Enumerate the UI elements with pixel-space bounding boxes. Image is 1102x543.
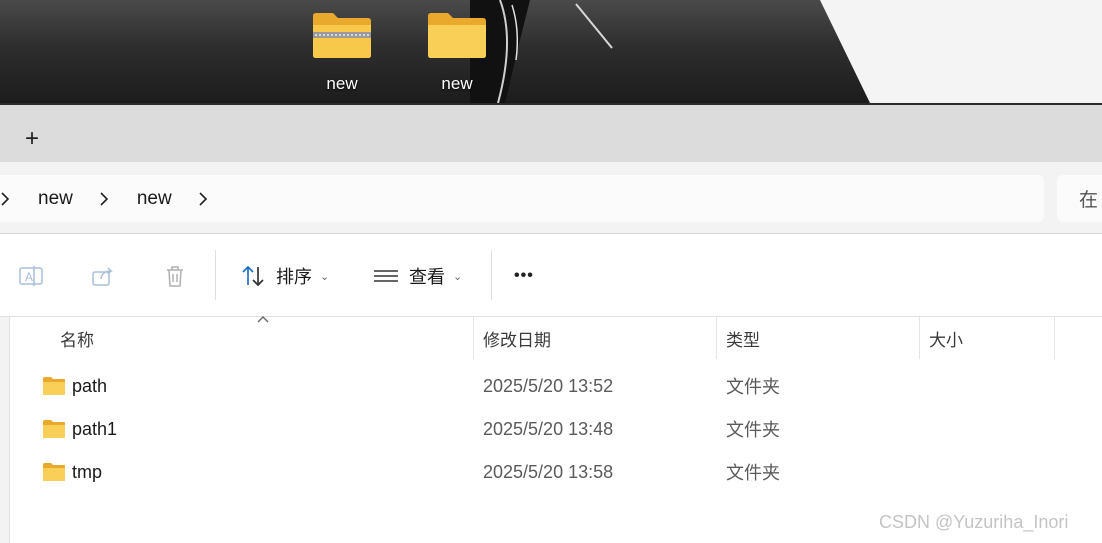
view-button[interactable]: 查看 ⌄ bbox=[373, 260, 462, 292]
desktop-background: new new bbox=[0, 0, 1102, 103]
share-icon bbox=[92, 267, 113, 286]
column-header-modified[interactable]: 修改日期 bbox=[483, 317, 551, 359]
file-modified: 2025/5/20 13:58 bbox=[483, 461, 614, 482]
desktop-icon-label: new bbox=[441, 74, 473, 93]
file-modified: 2025/5/20 13:52 bbox=[483, 375, 614, 396]
file-name[interactable]: path1 bbox=[72, 408, 117, 450]
file-name[interactable]: tmp bbox=[72, 451, 102, 493]
search-input[interactable]: 在 bbox=[1057, 175, 1102, 222]
column-divider[interactable] bbox=[1054, 317, 1055, 359]
view-list-icon bbox=[374, 270, 398, 282]
folder-icon bbox=[428, 13, 486, 58]
sort-ascending-icon bbox=[257, 316, 269, 323]
folder-icon bbox=[43, 377, 65, 395]
rename-button[interactable]: A bbox=[18, 260, 44, 292]
file-type: 文件夹 bbox=[726, 377, 780, 397]
svg-text:A: A bbox=[25, 270, 33, 284]
column-header-size[interactable]: 大小 bbox=[929, 317, 963, 359]
sort-icon bbox=[242, 265, 264, 287]
breadcrumb[interactable]: new new bbox=[0, 175, 1044, 222]
table-row[interactable]: path1 2025/5/20 13:48 文件夹 bbox=[0, 408, 1102, 450]
chevron-right-icon[interactable] bbox=[99, 191, 111, 206]
file-modified: 2025/5/20 13:48 bbox=[483, 418, 614, 439]
more-icon: ••• bbox=[514, 267, 534, 284]
file-type: 文件夹 bbox=[726, 420, 780, 440]
chevron-down-icon: ⌄ bbox=[320, 270, 330, 283]
table-row[interactable]: path 2025/5/20 13:52 文件夹 bbox=[0, 365, 1102, 407]
toolbar-divider bbox=[491, 250, 492, 300]
command-bar: A 排序 ⌄ 查看 ⌄ ••• bbox=[0, 234, 1102, 317]
more-options-button[interactable]: ••• bbox=[514, 260, 534, 292]
new-tab-button[interactable]: + bbox=[18, 125, 46, 153]
folder-icon bbox=[43, 463, 65, 481]
column-divider[interactable] bbox=[919, 317, 920, 359]
folder-icon bbox=[43, 420, 65, 438]
file-name[interactable]: path bbox=[72, 365, 107, 407]
chevron-right-icon[interactable] bbox=[0, 191, 12, 206]
search-placeholder: 在 bbox=[1079, 190, 1099, 211]
column-divider[interactable] bbox=[716, 317, 717, 359]
address-row: new new 在 bbox=[0, 162, 1102, 234]
sort-button[interactable]: 排序 ⌄ bbox=[240, 260, 329, 292]
view-label: 查看 bbox=[409, 267, 445, 287]
title-tab-bar: + bbox=[0, 103, 1102, 162]
chevron-right-icon[interactable] bbox=[198, 191, 210, 206]
desktop-icon-folder[interactable]: new bbox=[417, 10, 497, 100]
chevron-down-icon: ⌄ bbox=[453, 270, 463, 283]
file-list: 名称 修改日期 类型 大小 path 2025/5/20 13:52 文件夹 p… bbox=[0, 316, 1102, 543]
file-type: 文件夹 bbox=[726, 463, 780, 483]
toolbar-divider bbox=[215, 250, 216, 300]
table-row[interactable]: tmp 2025/5/20 13:58 文件夹 bbox=[0, 451, 1102, 493]
column-header-name[interactable]: 名称 bbox=[60, 317, 94, 359]
zip-folder-icon bbox=[313, 13, 371, 58]
share-button[interactable] bbox=[90, 260, 116, 292]
wallpaper-art bbox=[470, 0, 1102, 103]
breadcrumb-item[interactable]: new bbox=[12, 188, 99, 210]
sort-label: 排序 bbox=[276, 267, 312, 287]
watermark-text: CSDN @Yuzuriha_Inori bbox=[879, 512, 1069, 532]
desktop-icon-zip[interactable]: new bbox=[302, 10, 382, 100]
trash-icon bbox=[167, 266, 183, 287]
column-divider[interactable] bbox=[473, 317, 474, 359]
desktop-icon-label: new bbox=[326, 74, 358, 93]
rename-icon: A bbox=[19, 266, 43, 286]
delete-button[interactable] bbox=[162, 260, 188, 292]
breadcrumb-item[interactable]: new bbox=[111, 188, 198, 210]
column-header-type[interactable]: 类型 bbox=[726, 317, 760, 359]
